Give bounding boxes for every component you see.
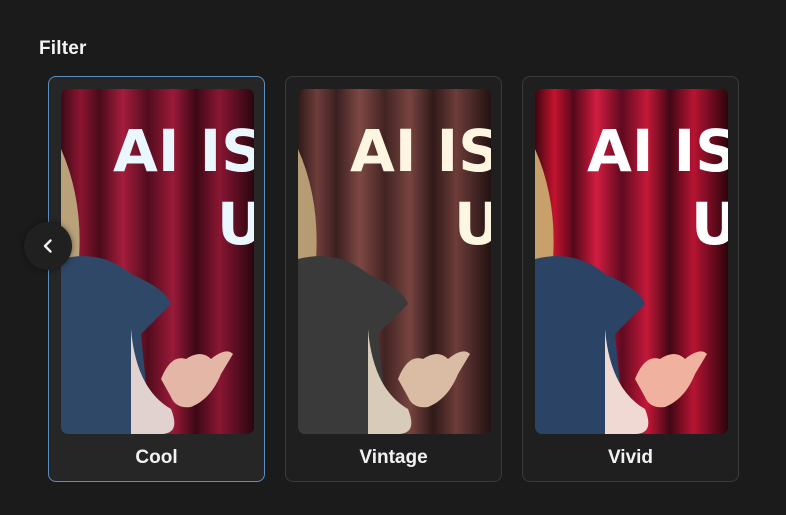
- thumb-headline-line2: US: [454, 190, 491, 258]
- chevron-left-icon: [43, 239, 52, 253]
- thumb-headline-line2: US: [217, 190, 254, 258]
- thumb-headline-line1: AI IS M: [587, 117, 728, 185]
- filter-card-vivid[interactable]: AI IS M US Vivid: [522, 76, 739, 482]
- filter-preview-vintage: AI IS M US: [298, 89, 491, 434]
- previous-button[interactable]: [24, 222, 72, 270]
- thumb-headline-line2: US: [691, 190, 728, 258]
- filter-label-vivid: Vivid: [607, 447, 654, 468]
- filter-label-cool: Cool: [135, 447, 178, 468]
- filter-card-cool[interactable]: AI IS M US Cool: [48, 76, 265, 482]
- section-title: Filter: [39, 38, 87, 59]
- filter-panel: Filter AI IS U Cool AI IS U Vintage AI I…: [0, 0, 786, 515]
- filter-label-vintage: Vintage: [359, 447, 428, 468]
- filter-card-vintage[interactable]: AI IS M US Vintage: [285, 76, 502, 482]
- filter-preview-vivid: AI IS M US: [535, 89, 728, 434]
- thumb-headline-line1: AI IS M: [350, 117, 491, 185]
- filter-preview-cool: AI IS M US: [61, 89, 254, 434]
- thumb-headline-line1: AI IS M: [113, 117, 254, 185]
